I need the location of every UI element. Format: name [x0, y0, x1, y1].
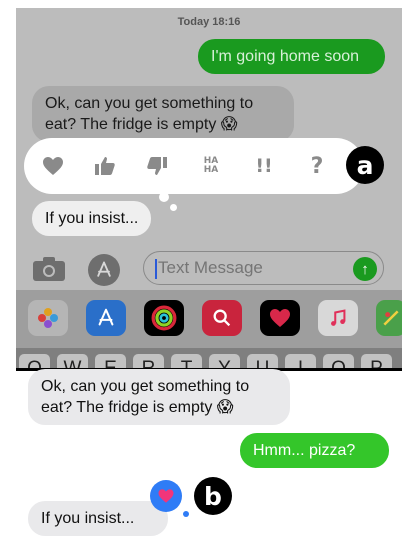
- incoming-message[interactable]: Ok, can you get something to eat? The fr…: [32, 86, 294, 142]
- heart-reaction-icon: [150, 480, 182, 512]
- message-composer: ↑: [16, 248, 402, 290]
- imessage-app-drawer: [16, 290, 402, 348]
- incoming-message[interactable]: Ok, can you get something to eat? The fr…: [28, 369, 290, 425]
- incoming-message-reply[interactable]: If you insist...: [32, 201, 152, 236]
- reaction-question-icon[interactable]: ?: [302, 151, 332, 181]
- camera-icon[interactable]: [32, 256, 66, 282]
- outgoing-message[interactable]: I'm going home soon: [198, 39, 385, 74]
- panel-a-screenshot: Today 18:16 I'm going home soon Ok, can …: [16, 8, 402, 370]
- reactbar-tail-dot: [159, 192, 169, 202]
- reaction-exclamation-icon[interactable]: !!: [249, 151, 279, 181]
- reaction-heart-icon[interactable]: [38, 151, 68, 181]
- app-store-app-icon[interactable]: [86, 300, 126, 336]
- tapback-reaction-bar: HA HA !! ?: [24, 138, 364, 194]
- activity-app-icon[interactable]: [144, 300, 184, 336]
- message-text-field[interactable]: [143, 251, 384, 285]
- reaction-tail-dot: [183, 511, 189, 517]
- music-app-icon[interactable]: [318, 300, 358, 336]
- reaction-thumbs-down-icon[interactable]: [142, 151, 172, 181]
- reactbar-tail-dot-small: [170, 204, 177, 211]
- text-caret: [155, 259, 157, 279]
- maps-app-icon[interactable]: [376, 300, 402, 336]
- photos-app-icon[interactable]: [28, 300, 68, 336]
- incoming-message-reply[interactable]: If you insist...: [28, 501, 168, 536]
- search-images-app-icon[interactable]: [202, 300, 242, 336]
- reaction-haha-icon[interactable]: HA HA: [196, 151, 226, 181]
- keyboard-top-row: Q W E R T Y U I O P: [16, 348, 402, 370]
- outgoing-message[interactable]: Hmm... pizza?: [240, 433, 389, 468]
- label-badge-b: b: [194, 477, 232, 515]
- label-badge-a: a: [346, 146, 384, 184]
- timestamp: Today 18:16: [177, 16, 241, 28]
- app-store-drawer-icon[interactable]: [88, 254, 120, 286]
- digital-touch-app-icon[interactable]: [260, 300, 300, 336]
- reaction-thumbs-up-icon[interactable]: [90, 151, 120, 181]
- send-button[interactable]: ↑: [353, 257, 377, 281]
